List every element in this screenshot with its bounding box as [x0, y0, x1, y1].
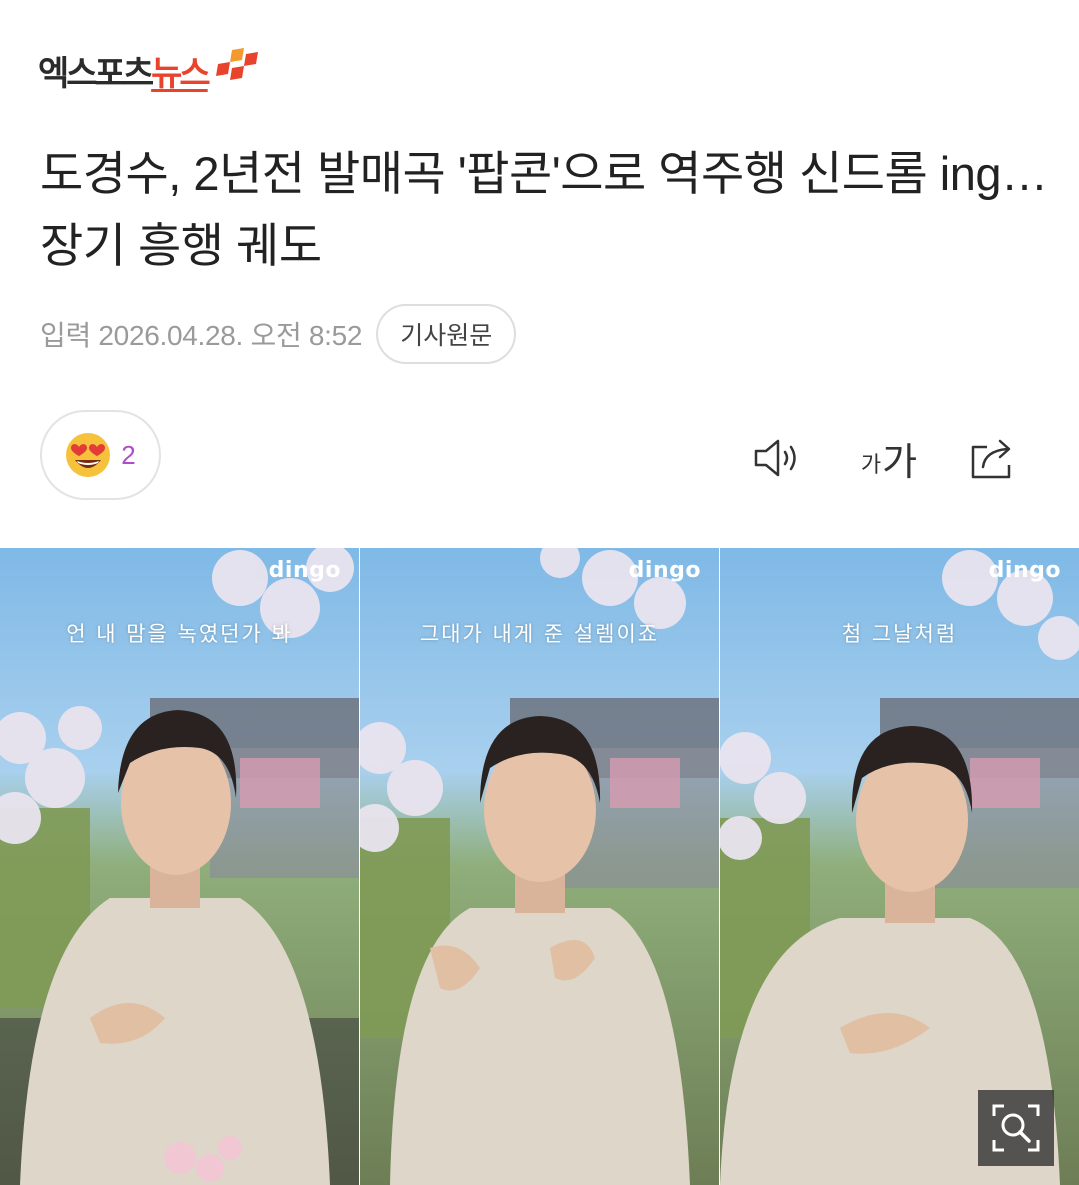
video-subtitle: 첨 그날처럼 [841, 622, 958, 646]
share-button[interactable] [966, 430, 1022, 486]
publish-date: 입력 2026.04.28. 오전 8:52 [40, 320, 363, 351]
article-photo[interactable]: dingo 언 내 맘을 녹였던가 봐 dingo 그대가 내게 준 설렘이죠 … [0, 548, 1079, 1185]
logo-text-red: 뉴스 [151, 54, 211, 94]
photo-panel: dingo 그대가 내게 준 설렘이죠 [360, 548, 719, 1185]
article-toolbar: 가가 [750, 430, 1030, 486]
share-icon [971, 439, 1011, 479]
dingo-watermark: dingo [628, 558, 701, 583]
reaction-button[interactable]: 2 [40, 410, 161, 500]
photo-zoom-button[interactable] [978, 1090, 1054, 1166]
logo-wordmark: 엑스포츠뉴스 [38, 44, 211, 104]
article-headline: 도경수, 2년전 발매곡 '팝콘'으로 역주행 신드롬 ing…장기 흥행 궤도 [40, 147, 1048, 272]
speaker-icon [754, 439, 796, 477]
photo-panel: dingo 언 내 맘을 녹였던가 봐 [0, 548, 359, 1185]
read-aloud-button[interactable] [750, 430, 806, 486]
logo-mark-icon [215, 48, 258, 80]
logo-text-dark: 엑스포츠 [38, 54, 154, 94]
font-size-large-label: 가 [882, 441, 918, 484]
site-logo[interactable]: 엑스포츠뉴스 [38, 44, 258, 104]
original-article-button[interactable]: 기사원문 [376, 304, 517, 364]
video-subtitle: 그대가 내게 준 설렘이죠 [419, 622, 660, 646]
dingo-watermark: dingo [268, 558, 341, 583]
zoom-icon [992, 1104, 1040, 1152]
heart-eyes-emoji-icon [66, 433, 111, 477]
video-subtitle: 언 내 맘을 녹였던가 봐 [66, 622, 293, 646]
reaction-count: 2 [121, 439, 136, 470]
font-size-button[interactable]: 가가 [854, 430, 924, 486]
font-size-small-label: 가 [860, 452, 882, 477]
article-meta: 입력 2026.04.28. 오전 8:52 기사원문 [40, 304, 517, 364]
dingo-watermark: dingo [988, 558, 1061, 583]
